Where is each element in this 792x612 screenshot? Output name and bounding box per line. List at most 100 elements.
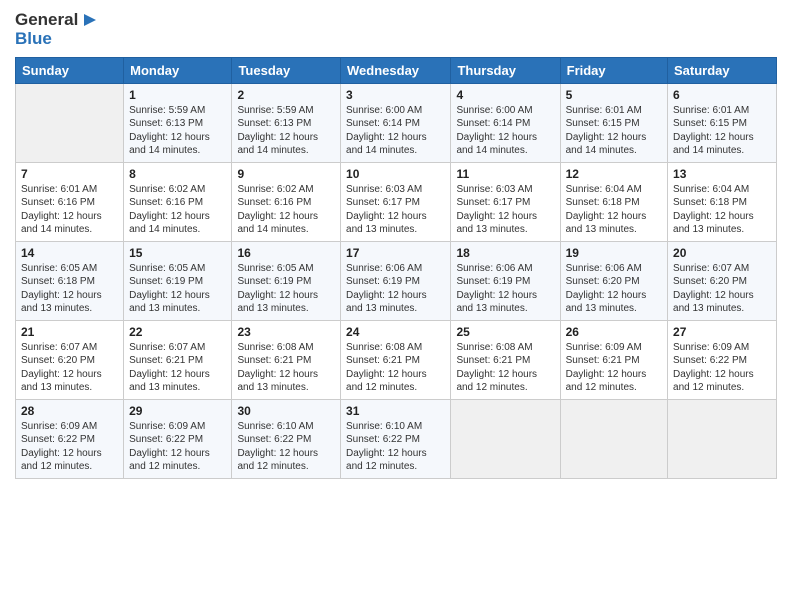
weekday-header-tuesday: Tuesday [232,57,341,83]
day-info: Sunrise: 6:01 AMSunset: 6:16 PMDaylight:… [21,183,118,237]
day-info: Sunrise: 6:04 AMSunset: 6:18 PMDaylight:… [673,183,771,237]
calendar-cell: 27Sunrise: 6:09 AMSunset: 6:22 PMDayligh… [668,320,777,399]
calendar-week-row: 14 Sunrise: 6:05 AMSunset: 6:18 PMDayligh… [16,241,777,320]
logo-blue-text: Blue [15,30,52,49]
logo-general-text: General [15,11,78,30]
calendar-cell: 17Sunrise: 6:06 AMSunset: 6:19 PMDayligh… [341,241,451,320]
calendar-table: SundayMondayTuesdayWednesdayThursdayFrid… [15,57,777,479]
weekday-header-friday: Friday [560,57,667,83]
calendar-cell: 12Sunrise: 6:04 AMSunset: 6:18 PMDayligh… [560,162,667,241]
day-number: 8 [129,167,226,181]
calendar-cell: 3 Sunrise: 6:00 AMSunset: 6:14 PMDaylight… [341,83,451,162]
day-number: 6 [673,88,771,102]
day-number: 24 [346,325,445,339]
day-info: Sunrise: 6:03 AMSunset: 6:17 PMDaylight:… [346,183,445,237]
day-number: 22 [129,325,226,339]
day-info: Sunrise: 6:08 AMSunset: 6:21 PMDaylight:… [346,341,445,395]
calendar-cell: 11 Sunrise: 6:03 AMSunset: 6:17 PMDayligh… [451,162,560,241]
day-info: Sunrise: 6:09 AMSunset: 6:22 PMDaylight:… [129,420,226,474]
calendar-cell: 15 Sunrise: 6:05 AMSunset: 6:19 PMDayligh… [124,241,232,320]
logo: General Blue [15,10,100,49]
day-info: Sunrise: 6:05 AMSunset: 6:19 PMDaylight:… [237,262,335,316]
calendar-cell: 25Sunrise: 6:08 AMSunset: 6:21 PMDayligh… [451,320,560,399]
day-info: Sunrise: 6:02 AMSunset: 6:16 PMDaylight:… [129,183,226,237]
calendar-cell [668,399,777,478]
day-info: Sunrise: 6:03 AMSunset: 6:17 PMDaylight:… [456,183,554,237]
day-number: 14 [21,246,118,260]
calendar-cell: 4 Sunrise: 6:00 AMSunset: 6:14 PMDaylight… [451,83,560,162]
day-info: Sunrise: 6:00 AMSunset: 6:14 PMDaylight:… [346,104,445,158]
day-number: 28 [21,404,118,418]
calendar-cell: 9 Sunrise: 6:02 AMSunset: 6:16 PMDaylight… [232,162,341,241]
day-info: Sunrise: 5:59 AMSunset: 6:13 PMDaylight:… [237,104,335,158]
weekday-header-wednesday: Wednesday [341,57,451,83]
day-info: Sunrise: 6:02 AMSunset: 6:16 PMDaylight:… [237,183,335,237]
day-number: 5 [566,88,662,102]
day-number: 4 [456,88,554,102]
day-number: 21 [21,325,118,339]
calendar-week-row: 7 Sunrise: 6:01 AMSunset: 6:16 PMDaylight… [16,162,777,241]
calendar-week-row: 1 Sunrise: 5:59 AMSunset: 6:13 PMDaylight… [16,83,777,162]
logo-arrow-icon [80,10,100,30]
calendar-cell: 8 Sunrise: 6:02 AMSunset: 6:16 PMDaylight… [124,162,232,241]
header: General Blue [15,10,777,49]
day-info: Sunrise: 6:06 AMSunset: 6:19 PMDaylight:… [456,262,554,316]
calendar-cell [560,399,667,478]
day-info: Sunrise: 6:04 AMSunset: 6:18 PMDaylight:… [566,183,662,237]
day-number: 15 [129,246,226,260]
day-number: 27 [673,325,771,339]
calendar-cell: 29 Sunrise: 6:09 AMSunset: 6:22 PMDayligh… [124,399,232,478]
day-info: Sunrise: 6:08 AMSunset: 6:21 PMDaylight:… [237,341,335,395]
day-number: 10 [346,167,445,181]
calendar-cell: 10 Sunrise: 6:03 AMSunset: 6:17 PMDayligh… [341,162,451,241]
calendar-cell: 19 Sunrise: 6:06 AMSunset: 6:20 PMDayligh… [560,241,667,320]
calendar-cell: 2Sunrise: 5:59 AMSunset: 6:13 PMDaylight… [232,83,341,162]
day-info: Sunrise: 6:05 AMSunset: 6:18 PMDaylight:… [21,262,118,316]
day-number: 7 [21,167,118,181]
day-number: 23 [237,325,335,339]
page: General Blue SundayMondayTuesdayWednesda… [0,0,792,612]
day-number: 9 [237,167,335,181]
day-number: 25 [456,325,554,339]
day-info: Sunrise: 6:07 AMSunset: 6:20 PMDaylight:… [673,262,771,316]
calendar-cell: 28 Sunrise: 6:09 AMSunset: 6:22 PMDayligh… [16,399,124,478]
calendar-cell: 7 Sunrise: 6:01 AMSunset: 6:16 PMDaylight… [16,162,124,241]
day-number: 30 [237,404,335,418]
day-info: Sunrise: 6:10 AMSunset: 6:22 PMDaylight:… [346,420,445,474]
calendar-cell: 13Sunrise: 6:04 AMSunset: 6:18 PMDayligh… [668,162,777,241]
day-number: 16 [237,246,335,260]
day-info: Sunrise: 6:01 AMSunset: 6:15 PMDaylight:… [673,104,771,158]
calendar-cell: 5 Sunrise: 6:01 AMSunset: 6:15 PMDaylight… [560,83,667,162]
day-number: 19 [566,246,662,260]
weekday-header-saturday: Saturday [668,57,777,83]
day-info: Sunrise: 6:06 AMSunset: 6:19 PMDaylight:… [346,262,445,316]
calendar-cell: 24 Sunrise: 6:08 AMSunset: 6:21 PMDayligh… [341,320,451,399]
day-info: Sunrise: 6:06 AMSunset: 6:20 PMDaylight:… [566,262,662,316]
day-info: Sunrise: 6:07 AMSunset: 6:21 PMDaylight:… [129,341,226,395]
day-number: 3 [346,88,445,102]
calendar-cell: 16 Sunrise: 6:05 AMSunset: 6:19 PMDayligh… [232,241,341,320]
day-number: 1 [129,88,226,102]
calendar-cell: 21Sunrise: 6:07 AMSunset: 6:20 PMDayligh… [16,320,124,399]
day-info: Sunrise: 6:00 AMSunset: 6:14 PMDaylight:… [456,104,554,158]
day-number: 29 [129,404,226,418]
calendar-week-row: 28 Sunrise: 6:09 AMSunset: 6:22 PMDayligh… [16,399,777,478]
calendar-cell [16,83,124,162]
calendar-cell: 20 Sunrise: 6:07 AMSunset: 6:20 PMDayligh… [668,241,777,320]
day-info: Sunrise: 6:05 AMSunset: 6:19 PMDaylight:… [129,262,226,316]
weekday-header-monday: Monday [124,57,232,83]
calendar-cell: 14 Sunrise: 6:05 AMSunset: 6:18 PMDayligh… [16,241,124,320]
day-info: Sunrise: 5:59 AMSunset: 6:13 PMDaylight:… [129,104,226,158]
day-info: Sunrise: 6:01 AMSunset: 6:15 PMDaylight:… [566,104,662,158]
calendar-cell: 18Sunrise: 6:06 AMSunset: 6:19 PMDayligh… [451,241,560,320]
day-number: 31 [346,404,445,418]
day-info: Sunrise: 6:09 AMSunset: 6:22 PMDaylight:… [21,420,118,474]
day-number: 26 [566,325,662,339]
day-info: Sunrise: 6:10 AMSunset: 6:22 PMDaylight:… [237,420,335,474]
day-number: 20 [673,246,771,260]
calendar-cell: 6 Sunrise: 6:01 AMSunset: 6:15 PMDaylight… [668,83,777,162]
calendar-cell: 1 Sunrise: 5:59 AMSunset: 6:13 PMDaylight… [124,83,232,162]
day-number: 11 [456,167,554,181]
weekday-header-row: SundayMondayTuesdayWednesdayThursdayFrid… [16,57,777,83]
calendar-cell: 22 Sunrise: 6:07 AMSunset: 6:21 PMDayligh… [124,320,232,399]
